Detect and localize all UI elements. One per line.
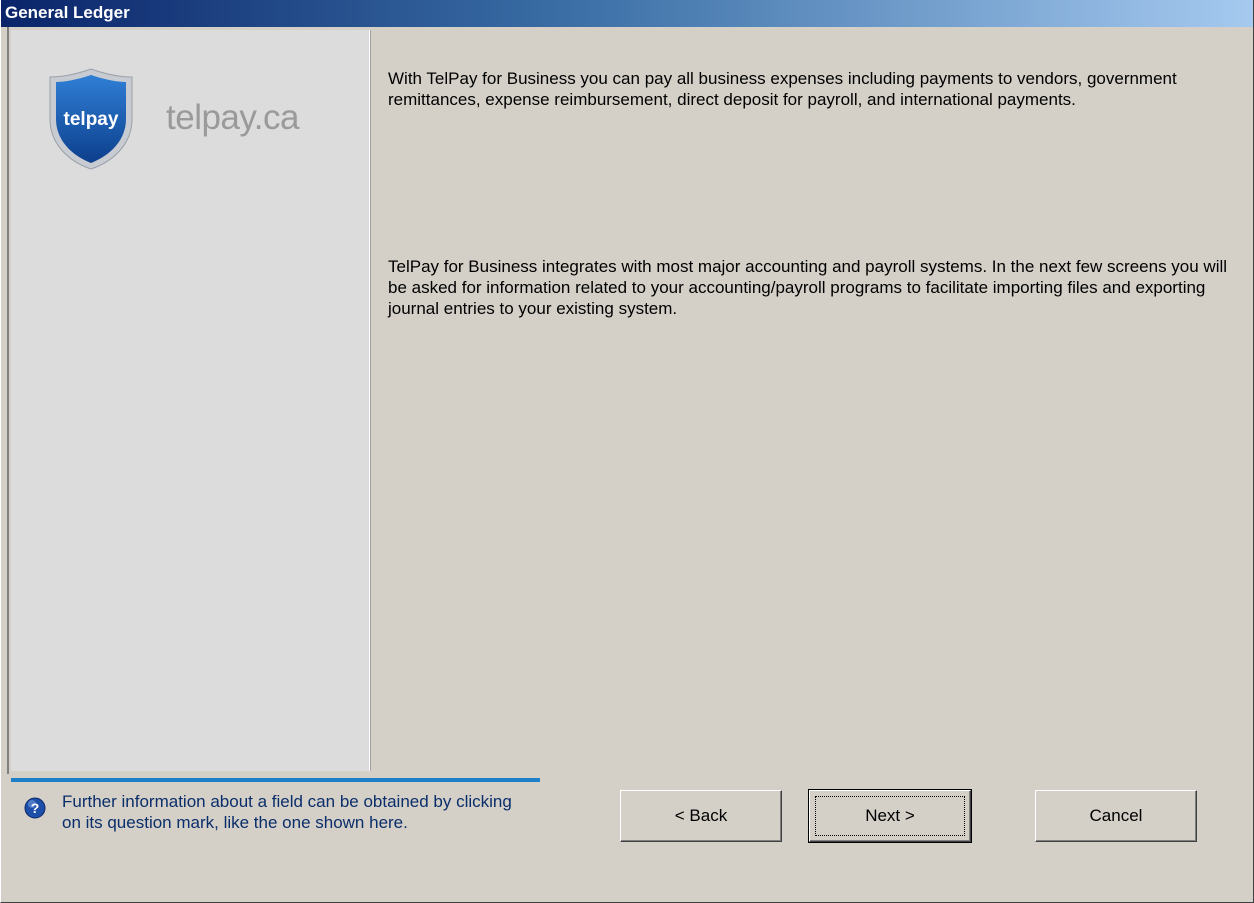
svg-text:?: ? <box>31 800 40 816</box>
help-text: Further information about a field can be… <box>62 792 512 832</box>
cancel-button[interactable]: Cancel <box>1035 790 1197 842</box>
window-title: General Ledger <box>5 3 130 22</box>
logo-text: telpay <box>64 109 119 130</box>
integration-paragraph: TelPay for Business integrates with most… <box>388 257 1228 318</box>
back-button[interactable]: < Back <box>620 790 782 842</box>
title-bar: General Ledger <box>1 0 1253 27</box>
intro-paragraph: With TelPay for Business you can pay all… <box>388 69 1177 109</box>
site-name: telpay.ca <box>166 98 300 137</box>
help-divider <box>11 778 540 782</box>
question-mark-icon[interactable]: ? <box>24 797 46 819</box>
back-button-label: < Back <box>674 806 728 825</box>
wizard-window: General Ledger telpay telpay.ca With Tel… <box>0 0 1254 903</box>
next-button[interactable]: Next > <box>808 789 972 843</box>
cancel-button-label: Cancel <box>1089 806 1143 825</box>
next-button-label: Next > <box>865 806 915 825</box>
sidebar-panel: telpay telpay.ca <box>11 30 370 771</box>
telpay-shield-logo-icon: telpay <box>49 68 133 170</box>
